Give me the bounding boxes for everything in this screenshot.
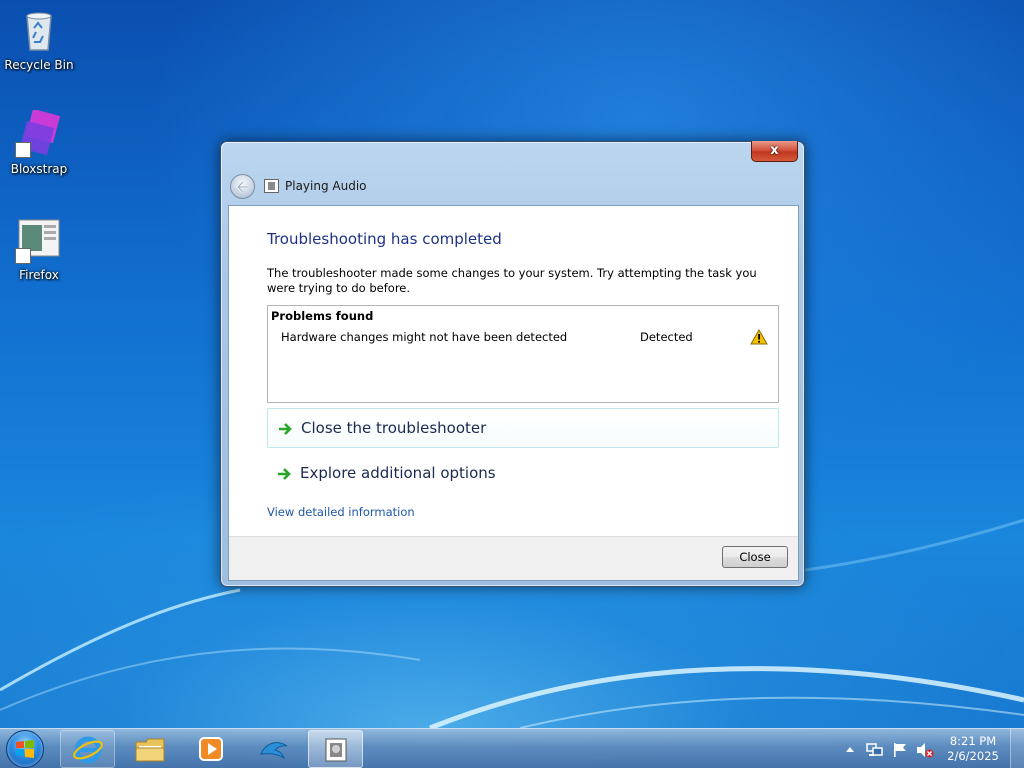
taskbar-media-player[interactable] bbox=[184, 730, 239, 768]
view-detailed-information-link[interactable]: View detailed information bbox=[267, 505, 415, 519]
page-heading: Troubleshooting has completed bbox=[267, 230, 502, 248]
taskbar-troubleshooter[interactable] bbox=[308, 730, 363, 768]
problems-list: Problems found Hardware changes might no… bbox=[267, 305, 779, 403]
close-button[interactable]: Close bbox=[722, 546, 788, 568]
windows-explorer-icon bbox=[135, 738, 165, 762]
taskbar: 8:21 PM 2/6/2025 bbox=[0, 728, 1024, 768]
close-troubleshooter-link[interactable]: Close the troubleshooter bbox=[267, 408, 779, 448]
shortcut-arrow-icon bbox=[15, 142, 31, 158]
volume-muted-icon[interactable] bbox=[916, 742, 934, 758]
troubleshooter-icon bbox=[264, 179, 279, 193]
action-center-flag-icon[interactable] bbox=[892, 742, 908, 758]
green-arrow-icon bbox=[278, 468, 291, 480]
clock-time: 8:21 PM bbox=[949, 734, 997, 748]
troubleshooter-icon bbox=[325, 738, 347, 762]
desktop-icon-bloxstrap[interactable]: Bloxstrap bbox=[0, 108, 78, 176]
internet-explorer-icon bbox=[73, 736, 103, 764]
problem-name: Hardware changes might not have been det… bbox=[281, 330, 568, 344]
firefox-shortcut-icon bbox=[15, 216, 63, 264]
problem-status: Detected bbox=[640, 330, 693, 344]
taskbar-dolphin[interactable] bbox=[246, 730, 301, 768]
explore-options-link[interactable]: Explore additional options bbox=[267, 454, 779, 494]
back-button[interactable] bbox=[230, 174, 255, 199]
dialog-content: Troubleshooting has completed The troubl… bbox=[228, 205, 799, 581]
desktop-icon-label: Bloxstrap bbox=[10, 162, 68, 176]
bloxstrap-icon bbox=[15, 108, 63, 158]
network-icon[interactable] bbox=[866, 742, 884, 758]
result-description: The troubleshooter made some changes to … bbox=[267, 266, 757, 295]
command-label: Explore additional options bbox=[300, 464, 496, 482]
dolphin-icon bbox=[260, 742, 288, 760]
problem-row[interactable]: Hardware changes might not have been det… bbox=[268, 329, 778, 348]
start-button[interactable] bbox=[6, 730, 44, 768]
desktop-icon-label: Firefox bbox=[19, 268, 59, 282]
system-clock[interactable]: 8:21 PM 2/6/2025 bbox=[943, 734, 1003, 764]
dialog-footer: Close bbox=[229, 536, 798, 580]
desktop-icon-label: Recycle Bin bbox=[4, 58, 74, 72]
taskbar-internet-explorer[interactable] bbox=[60, 730, 115, 768]
show-hidden-icons-arrow[interactable] bbox=[845, 745, 855, 753]
show-desktop-button[interactable] bbox=[1010, 729, 1024, 768]
shortcut-arrow-icon bbox=[15, 248, 31, 264]
green-arrow-icon bbox=[279, 423, 292, 435]
back-arrow-icon bbox=[236, 181, 248, 193]
window-close-button[interactable]: x bbox=[751, 141, 798, 162]
desktop-icon-recycle-bin[interactable]: Recycle Bin bbox=[0, 6, 78, 72]
windows-logo-icon bbox=[16, 740, 34, 758]
warning-icon bbox=[750, 329, 768, 345]
problems-header: Problems found bbox=[271, 309, 374, 323]
troubleshooter-window: x Playing Audio Troubleshooting has comp… bbox=[220, 141, 805, 587]
window-title: Playing Audio bbox=[285, 179, 367, 193]
recycle-bin-icon bbox=[15, 6, 63, 54]
taskbar-windows-explorer[interactable] bbox=[122, 730, 177, 768]
media-player-icon bbox=[199, 737, 223, 761]
desktop-icon-firefox[interactable]: Firefox bbox=[0, 216, 78, 282]
command-label: Close the troubleshooter bbox=[301, 419, 487, 437]
clock-date: 2/6/2025 bbox=[947, 749, 999, 763]
